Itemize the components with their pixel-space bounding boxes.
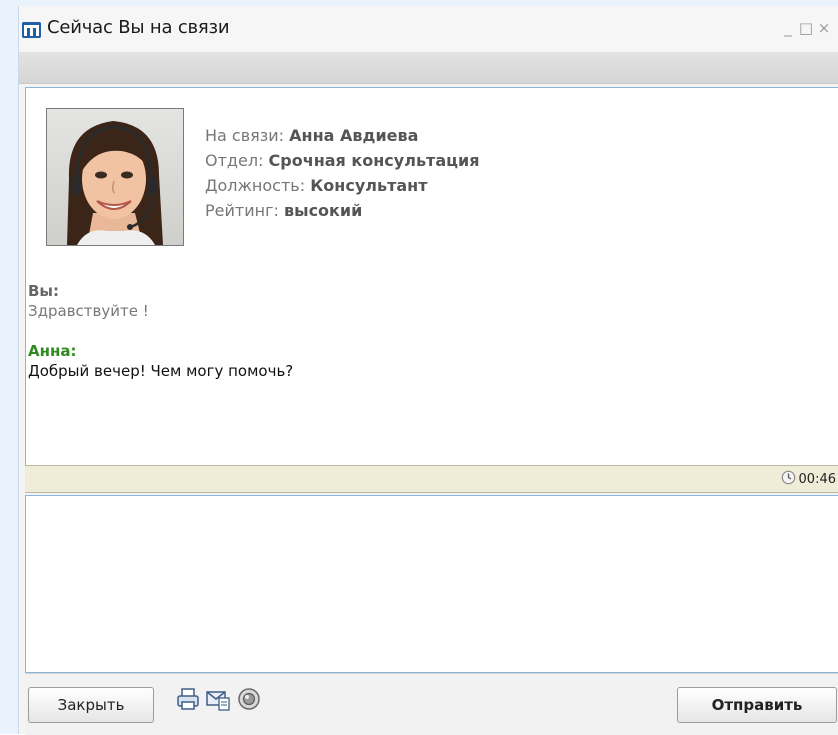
email-icon[interactable] xyxy=(205,686,231,712)
rating-row: Рейтинг: высокий xyxy=(205,198,479,223)
message-text-operator: Добрый вечер! Чем могу помочь? xyxy=(28,362,294,380)
operator-info: На связи: Анна Авдиева Отдел: Срочная ко… xyxy=(205,123,479,223)
maximize-button[interactable]: □ xyxy=(797,19,815,37)
message-input[interactable] xyxy=(25,495,838,673)
close-window-button[interactable]: × xyxy=(815,19,833,37)
department-label: Отдел: xyxy=(205,151,264,170)
position-value: Консультант xyxy=(310,176,428,195)
m-logo-icon xyxy=(22,22,41,38)
department-row: Отдел: Срочная консультация xyxy=(205,148,479,173)
session-timer: 00:46 xyxy=(781,470,836,489)
message-text-you: Здравствуйте ! xyxy=(28,302,149,320)
send-button[interactable]: Отправить xyxy=(677,687,837,723)
message-author-operator: Анна: xyxy=(28,342,77,360)
timer-value: 00:46 xyxy=(798,472,836,487)
clock-icon xyxy=(781,470,796,489)
close-button[interactable]: Закрыть xyxy=(28,687,154,723)
position-label: Должность: xyxy=(205,176,306,195)
print-icon[interactable] xyxy=(175,686,201,712)
bottom-toolbar: Закрыть Отправить xyxy=(25,673,838,735)
chat-history[interactable]: На связи: Анна Авдиева Отдел: Срочная ко… xyxy=(25,87,838,465)
chat-window: Сейчас Вы на связи _ □ × На связи: Анна … xyxy=(18,6,838,735)
position-row: Должность: Консультант xyxy=(205,173,479,198)
header-strip xyxy=(19,53,838,84)
online-row: На связи: Анна Авдиева xyxy=(205,123,479,148)
title-bar[interactable]: Сейчас Вы на связи _ □ × xyxy=(19,6,838,53)
window-title: Сейчас Вы на связи xyxy=(47,17,230,38)
operator-avatar xyxy=(46,108,184,246)
message-author-you: Вы: xyxy=(28,282,59,300)
operator-name: Анна Авдиева xyxy=(289,126,419,145)
status-bar: 00:46 xyxy=(25,465,838,493)
sound-icon[interactable] xyxy=(236,686,262,712)
online-label: На связи: xyxy=(205,126,285,145)
rating-value: высокий xyxy=(283,201,363,220)
rating-label: Рейтинг: xyxy=(205,201,279,220)
department-value: Срочная консультация xyxy=(268,151,480,170)
minimize-button[interactable]: _ xyxy=(779,19,797,37)
